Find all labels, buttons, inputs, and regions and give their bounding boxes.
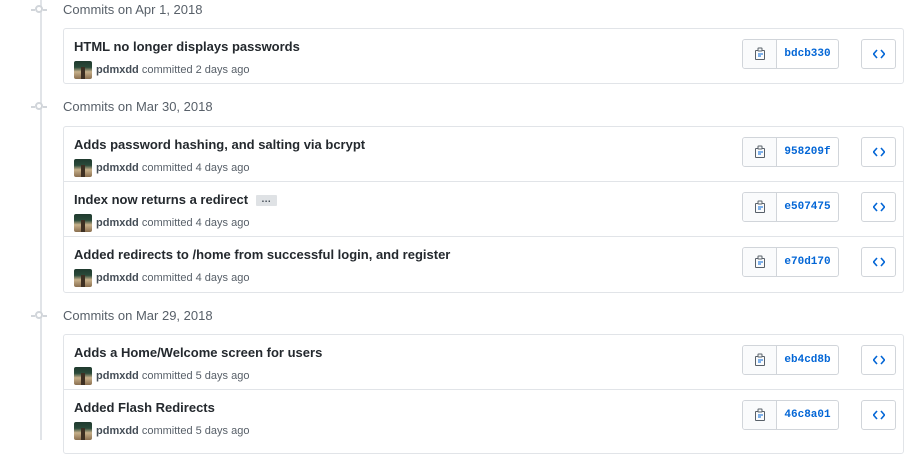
commit-group-header: Commits on Mar 29, 2018 [0,306,600,326]
commit-title-link[interactable]: Adds a Home/Welcome screen for users [74,345,322,360]
git-commit-icon [31,311,47,319]
code-icon [872,49,885,59]
avatar[interactable] [74,422,92,440]
browse-repo-button[interactable] [861,192,896,222]
commit-author[interactable]: pdmxdd [96,272,139,284]
copy-sha-button[interactable] [743,193,777,221]
sha-button-group: e70d170 [742,247,839,277]
code-icon [872,202,885,212]
commit-list: Adds a Home/Welcome screen for users pdm… [63,334,904,454]
clippy-icon [754,47,765,60]
commit-group-header: Commits on Apr 1, 2018 [0,0,600,20]
copy-sha-button[interactable] [743,401,777,429]
copy-sha-button[interactable] [743,248,777,276]
commit-time: committed 2 days ago [141,64,250,76]
commit-meta: pdmxdd committed 5 days ago [74,367,249,385]
commit-time: committed 4 days ago [141,162,250,174]
commit-row: Added Flash Redirects pdmxdd committed 5… [64,389,903,444]
clippy-icon [754,353,765,366]
commit-meta: pdmxdd committed 4 days ago [74,159,249,177]
commit-sha-button[interactable]: 958209f [777,138,838,166]
commit-list: Adds password hashing, and salting via b… [63,126,904,293]
code-icon [872,147,885,157]
commit-row: Added redirects to /home from successful… [64,236,903,291]
avatar[interactable] [74,214,92,232]
commit-sha-button[interactable]: 46c8a01 [777,401,838,429]
commit-meta: pdmxdd committed 4 days ago [74,214,249,232]
commit-group-title: Commits on Apr 1, 2018 [63,2,203,17]
commit-row: Index now returns a redirect … pdmxdd com… [64,181,903,236]
avatar[interactable] [74,367,92,385]
copy-sha-button[interactable] [743,138,777,166]
commit-row: Adds a Home/Welcome screen for users pdm… [64,335,903,389]
sha-button-group: 46c8a01 [742,400,839,430]
commit-title-text[interactable]: Index now returns a redirect [74,192,248,207]
git-commit-icon [31,102,47,110]
commit-time: committed 5 days ago [141,425,250,437]
commit-sha-button[interactable]: e507475 [777,193,838,221]
clippy-icon [754,200,765,213]
copy-sha-button[interactable] [743,40,777,68]
commit-group-title: Commits on Mar 29, 2018 [63,308,213,323]
sha-button-group: 958209f [742,137,839,167]
code-icon [872,410,885,420]
clippy-icon [754,255,765,268]
commit-author[interactable]: pdmxdd [96,162,139,174]
commit-author[interactable]: pdmxdd [96,64,139,76]
copy-sha-button[interactable] [743,346,777,374]
commit-sha-button[interactable]: bdcb330 [777,40,838,68]
browse-repo-button[interactable] [861,39,896,69]
timeline-line [40,0,42,440]
commit-title-link[interactable]: HTML no longer displays passwords [74,39,300,54]
browse-repo-button[interactable] [861,137,896,167]
commit-meta: pdmxdd committed 4 days ago [74,269,249,287]
commit-list: HTML no longer displays passwords pdmxdd… [63,28,904,84]
commit-sha-button[interactable]: eb4cd8b [777,346,838,374]
browse-repo-button[interactable] [861,345,896,375]
commit-time: committed 4 days ago [141,217,250,229]
commit-time: committed 4 days ago [141,272,250,284]
commit-title-link[interactable]: Added redirects to /home from successful… [74,247,450,262]
sha-button-group: eb4cd8b [742,345,839,375]
commit-group-title: Commits on Mar 30, 2018 [63,99,213,114]
sha-button-group: e507475 [742,192,839,222]
clippy-icon [754,408,765,421]
commit-title-link[interactable]: Added Flash Redirects [74,400,215,415]
commit-meta: pdmxdd committed 2 days ago [74,61,249,79]
expand-message-button[interactable]: … [256,195,278,207]
commit-author[interactable]: pdmxdd [96,217,139,229]
commit-author[interactable]: pdmxdd [96,425,139,437]
clippy-icon [754,145,765,158]
sha-button-group: bdcb330 [742,39,839,69]
avatar[interactable] [74,269,92,287]
avatar[interactable] [74,159,92,177]
browse-repo-button[interactable] [861,400,896,430]
commit-title-link[interactable]: Index now returns a redirect … [74,192,278,207]
commit-group-header: Commits on Mar 30, 2018 [0,97,600,117]
browse-repo-button[interactable] [861,247,896,277]
commit-row: HTML no longer displays passwords pdmxdd… [64,29,903,83]
commit-row: Adds password hashing, and salting via b… [64,127,903,181]
code-icon [872,355,885,365]
git-commit-icon [31,5,47,13]
commit-time: committed 5 days ago [141,370,250,382]
commit-sha-button[interactable]: e70d170 [777,248,838,276]
avatar[interactable] [74,61,92,79]
commit-author[interactable]: pdmxdd [96,370,139,382]
commit-meta: pdmxdd committed 5 days ago [74,422,249,440]
commit-title-link[interactable]: Adds password hashing, and salting via b… [74,137,365,152]
code-icon [872,257,885,267]
